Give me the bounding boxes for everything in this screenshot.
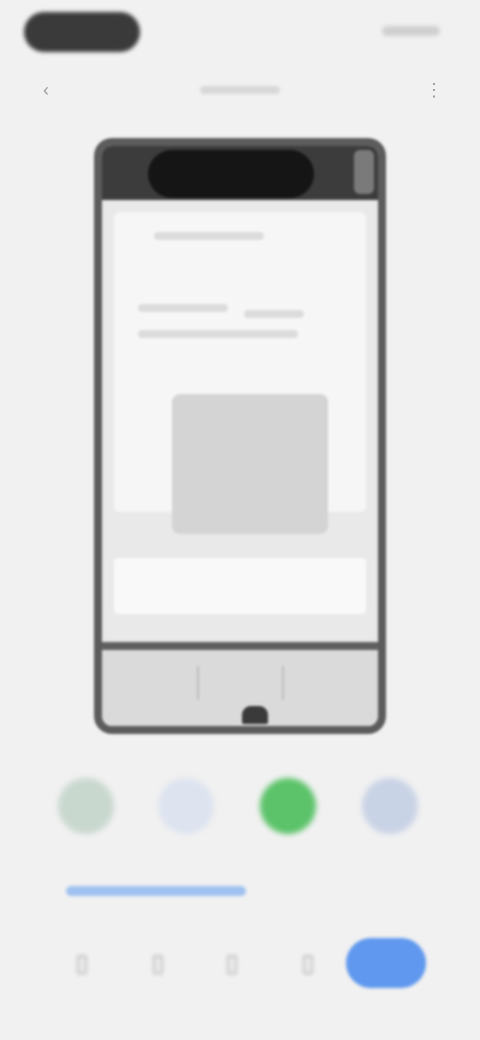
toolbar: ‹ ⋮: [0, 68, 480, 112]
status-time-pill: [24, 12, 140, 52]
dock-divider: [282, 666, 284, 700]
preview-text-line: [138, 304, 228, 312]
share-target-3[interactable]: [246, 766, 330, 856]
link-text[interactable]: [66, 886, 246, 896]
preview-text-line: [154, 232, 264, 240]
dock-handle: [242, 706, 268, 724]
send-button[interactable]: [346, 938, 426, 988]
preview-dock: [102, 642, 378, 726]
back-icon[interactable]: ‹: [34, 78, 58, 102]
preview-text-line: [244, 310, 304, 318]
preview-top-bar: [102, 146, 378, 200]
share-target-1[interactable]: [44, 766, 128, 856]
action-icon[interactable]: ▯: [288, 940, 328, 988]
more-options-icon[interactable]: ⋮: [422, 78, 446, 102]
action-icon[interactable]: ▯: [212, 940, 252, 988]
preview-text-line: [138, 330, 298, 338]
status-icons: [382, 26, 440, 36]
action-icon[interactable]: ▯: [138, 940, 178, 988]
app-icon: [260, 778, 316, 834]
share-target-4[interactable]: [348, 766, 432, 856]
share-target-2[interactable]: [144, 766, 228, 856]
toolbar-title: [200, 86, 280, 94]
screenshot-preview[interactable]: [94, 138, 386, 734]
app-icon: [362, 778, 418, 834]
preview-side-element: [354, 150, 374, 194]
app-icon: [58, 778, 114, 834]
bottom-action-bar: ▯ ▯ ▯ ▯: [0, 930, 480, 1010]
share-targets: [0, 766, 480, 866]
action-icon[interactable]: ▯: [62, 940, 102, 988]
preview-bottom-card: [114, 558, 366, 614]
app-icon: [158, 778, 214, 834]
dock-divider: [197, 666, 199, 700]
dynamic-island: [148, 150, 314, 198]
preview-image-block: [172, 394, 328, 534]
